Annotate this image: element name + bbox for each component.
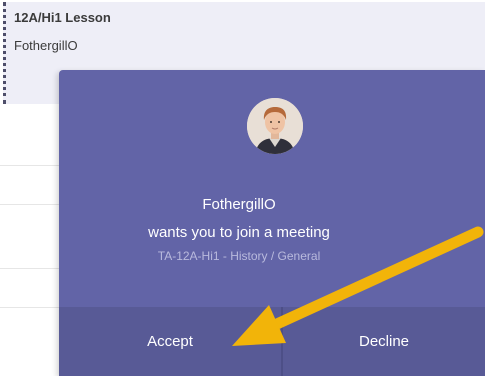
caller-name: FothergillO: [202, 196, 276, 213]
avatar: [247, 98, 303, 154]
decline-button[interactable]: Decline: [283, 307, 485, 376]
meeting-invite-toast: FothergillO wants you to join a meeting …: [59, 70, 485, 376]
invite-message: wants you to join a meeting: [148, 224, 330, 241]
event-title: 12A/Hi1 Lesson: [14, 10, 111, 25]
event-organizer: FothergillO: [14, 38, 78, 53]
channel-name: TA-12A-Hi1 - History / General: [157, 249, 321, 263]
person-avatar-icon: [247, 98, 303, 154]
accept-button[interactable]: Accept: [59, 307, 283, 376]
toast-action-row: Accept Decline: [59, 307, 485, 376]
teams-screen: 12A/Hi1 Lesson FothergillO FothergillO w…: [0, 0, 485, 376]
